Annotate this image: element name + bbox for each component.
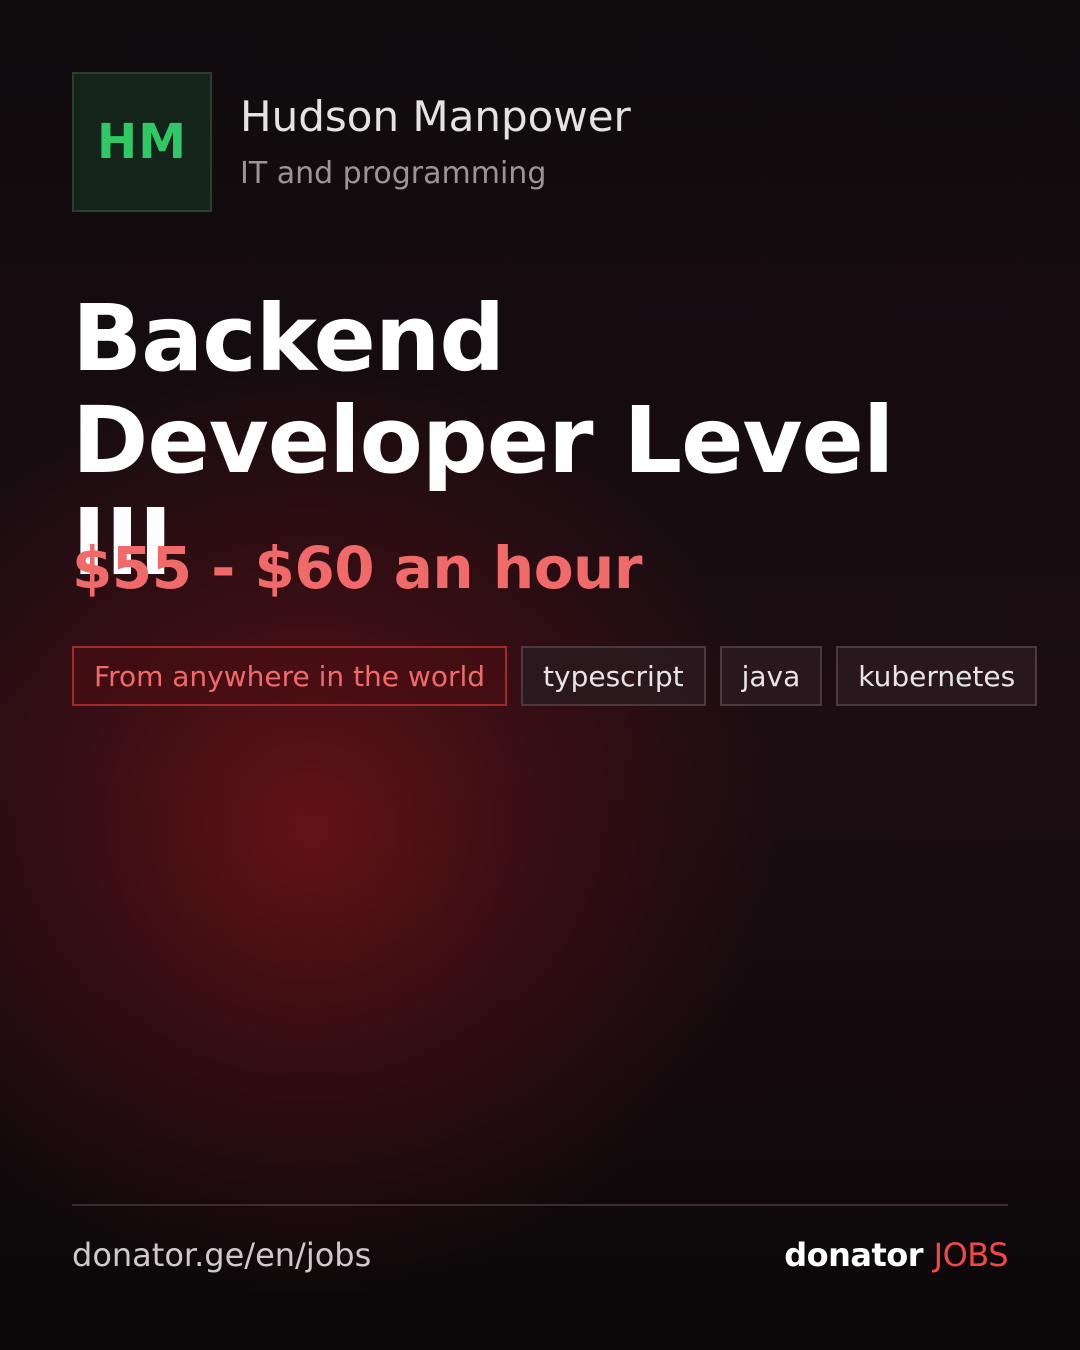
company-logo-initials: HM [97,114,187,170]
company-name: Hudson Manpower [240,92,631,141]
location-tag: From anywhere in the world [72,646,508,706]
skill-tag-typescript: typescript [521,646,706,706]
company-logo: HM [72,72,212,212]
tag-list: From anywhere in the world typescript ja… [72,646,1038,706]
footer-divider [72,1204,1008,1206]
brand-name: donator [784,1236,924,1274]
skill-tag-java: java [719,646,823,706]
salary: $55 - $60 an hour [72,534,642,602]
brand-logo: donator JOBS [784,1236,1008,1274]
company-category: IT and programming [240,156,547,191]
skill-tag-kubernetes: kubernetes [836,646,1038,706]
brand-suffix: JOBS [933,1236,1009,1274]
footer-url: donator.ge/en/jobs [72,1236,372,1274]
